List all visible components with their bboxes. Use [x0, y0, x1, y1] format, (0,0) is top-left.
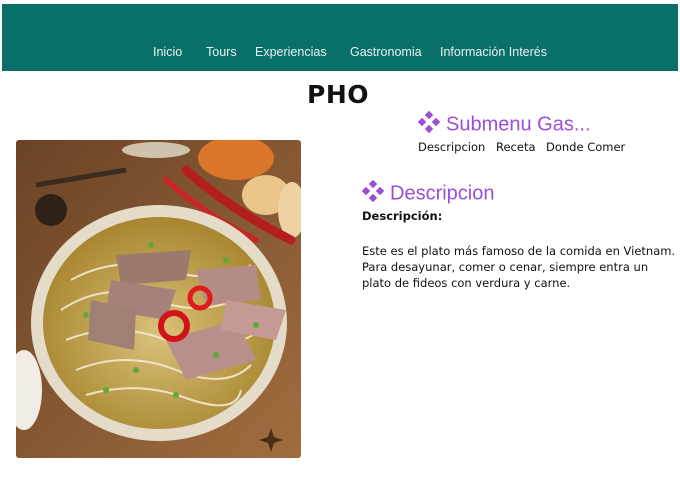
- nav-item-inicio[interactable]: Inicio: [153, 45, 182, 59]
- nav-item-experiencias[interactable]: Experiencias: [255, 45, 327, 59]
- submenu-link-donde-comer[interactable]: Donde Comer: [546, 140, 625, 154]
- description-label: Descripción:: [362, 209, 443, 223]
- description-heading-text: Descripcion: [390, 182, 495, 205]
- description-text: Este es el plato más famoso de la comida…: [362, 244, 676, 290]
- submenu-link-receta[interactable]: Receta: [496, 140, 536, 154]
- submenu-heading: Submenu Gas...: [417, 110, 591, 139]
- diamond-cluster-icon: [361, 179, 385, 208]
- diamond-cluster-icon: [417, 110, 441, 139]
- pho-dish-photo: [16, 140, 301, 458]
- submenu-link-descripcion[interactable]: Descripcion: [418, 140, 485, 154]
- page-title: PHO: [307, 80, 369, 109]
- nav-item-informacion-interes[interactable]: Información Interés: [440, 45, 547, 59]
- top-navbar: Inicio Tours Experiencias Gastronomia In…: [2, 4, 678, 71]
- submenu-heading-text: Submenu Gas...: [446, 113, 591, 136]
- nav-item-gastronomia[interactable]: Gastronomia: [350, 45, 422, 59]
- description-heading: Descripcion: [361, 179, 495, 208]
- nav-item-tours[interactable]: Tours: [206, 45, 237, 59]
